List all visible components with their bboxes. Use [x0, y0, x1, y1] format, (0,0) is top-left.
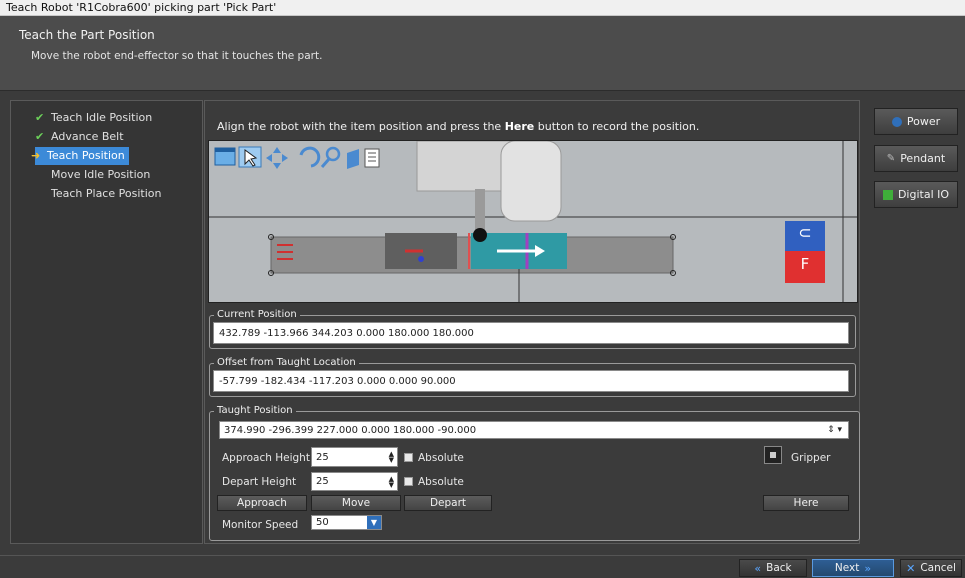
nav-cube-top[interactable]: ⊂ [785, 223, 825, 242]
approach-height-value: 25 [316, 451, 329, 463]
window-title: Teach Robot 'R1Cobra600' picking part 'P… [0, 0, 965, 16]
page-title: Teach the Part Position [19, 28, 155, 42]
depart-height-label: Depart Height [222, 476, 297, 488]
monitor-speed-label: Monitor Speed [222, 519, 299, 531]
taught-position-value: 374.990 -296.399 227.000 0.000 180.000 -… [224, 424, 477, 436]
next-arrow-icon: » [864, 561, 872, 575]
instruction-part: button to record the position. [534, 120, 700, 133]
step-label: Teach Idle Position [51, 111, 153, 124]
approach-button[interactable]: Approach [217, 495, 307, 511]
depart-button[interactable]: Depart [404, 495, 492, 511]
pendant-icon: ✎ [886, 153, 896, 164]
cancel-label: Cancel [920, 562, 956, 574]
steps-panel: ✔ Teach Idle Position ✔ Advance Belt ➜ Teac… [10, 100, 203, 544]
close-icon: ✕ [906, 561, 916, 575]
updown-dropdown-icon[interactable]: ⇕ ▾ [827, 425, 848, 435]
step-advance-belt[interactable]: ✔ Advance Belt [15, 128, 128, 146]
page-subtitle: Move the robot end-effector so that it t… [31, 50, 323, 62]
power-button[interactable]: Power [874, 108, 958, 135]
here-button[interactable]: Here [763, 495, 849, 511]
instruction-bold: Here [504, 120, 535, 133]
offset-field[interactable]: -57.799 -182.434 -117.203 0.000 0.000 90… [213, 370, 849, 392]
approach-height-stepper[interactable]: 25 ▲ ▼ [311, 447, 398, 467]
nav-cube-front[interactable]: F [785, 255, 825, 273]
step-teach-idle[interactable]: ✔ Teach Idle Position [15, 109, 156, 127]
check-icon: ✔ [35, 130, 45, 143]
back-arrow-icon: « [754, 561, 762, 575]
current-position-label: Current Position [214, 309, 300, 320]
arrow-right-icon: ➜ [31, 149, 41, 162]
back-button[interactable]: « Back [739, 559, 807, 577]
gripper-label: Gripper [791, 452, 831, 464]
step-teach-position[interactable]: ➜ Teach Position [31, 147, 129, 165]
next-button[interactable]: Next » [812, 559, 894, 577]
step-label: Move Idle Position [51, 168, 151, 181]
step-teach-place[interactable]: Teach Place Position [15, 185, 165, 203]
instruction-part: Align the robot with the item position a… [217, 120, 505, 133]
3d-viewer[interactable]: ⊂ F [208, 140, 858, 303]
gripper-toggle[interactable] [764, 446, 782, 464]
pendant-button[interactable]: ✎ Pendant [874, 145, 958, 172]
monitor-speed-value: 50 [316, 517, 329, 528]
check-icon: ✔ [35, 111, 45, 124]
depart-height-stepper[interactable]: 25 ▲ ▼ [311, 472, 398, 491]
absolute-label: Absolute [418, 476, 464, 488]
instruction-text: Align the robot with the item position a… [217, 120, 699, 133]
move-button[interactable]: Move [311, 495, 401, 511]
absolute-checkbox-depart[interactable] [404, 477, 413, 486]
taught-position-label: Taught Position [214, 405, 296, 416]
spinner-arrows-icon[interactable]: ▲ ▼ [389, 451, 397, 464]
right-sidebar: Power ✎ Pendant Digital IO [866, 100, 965, 544]
step-label: Teach Place Position [51, 187, 162, 200]
taught-position-select[interactable]: 374.990 -296.399 227.000 0.000 180.000 -… [219, 421, 849, 439]
digital-io-icon [882, 189, 893, 200]
spinner-arrows-icon[interactable]: ▲ ▼ [389, 475, 397, 488]
step-move-idle[interactable]: Move Idle Position [15, 166, 154, 184]
offset-label: Offset from Taught Location [214, 357, 359, 368]
approach-height-label: Approach Height [222, 452, 310, 464]
power-label: Power [906, 115, 941, 128]
next-label: Next [834, 562, 860, 574]
current-position-field[interactable]: 432.789 -113.966 344.203 0.000 180.000 1… [213, 322, 849, 344]
power-icon [891, 116, 902, 127]
dropdown-arrow-icon[interactable]: ▼ [367, 516, 381, 529]
depart-height-value: 25 [316, 476, 329, 487]
absolute-checkbox-approach[interactable] [404, 453, 413, 462]
step-label: Teach Position [47, 149, 125, 162]
digital-io-label: Digital IO [897, 188, 950, 201]
digital-io-button[interactable]: Digital IO [874, 181, 958, 208]
monitor-speed-select[interactable]: 50 ▼ [311, 515, 382, 530]
step-label: Advance Belt [51, 130, 124, 143]
gripper-state-icon [770, 452, 776, 458]
cancel-button[interactable]: ✕ Cancel [900, 559, 962, 577]
back-label: Back [766, 562, 792, 574]
absolute-label: Absolute [418, 452, 464, 464]
scene-drawing [209, 141, 857, 302]
pendant-label: Pendant [900, 152, 946, 165]
